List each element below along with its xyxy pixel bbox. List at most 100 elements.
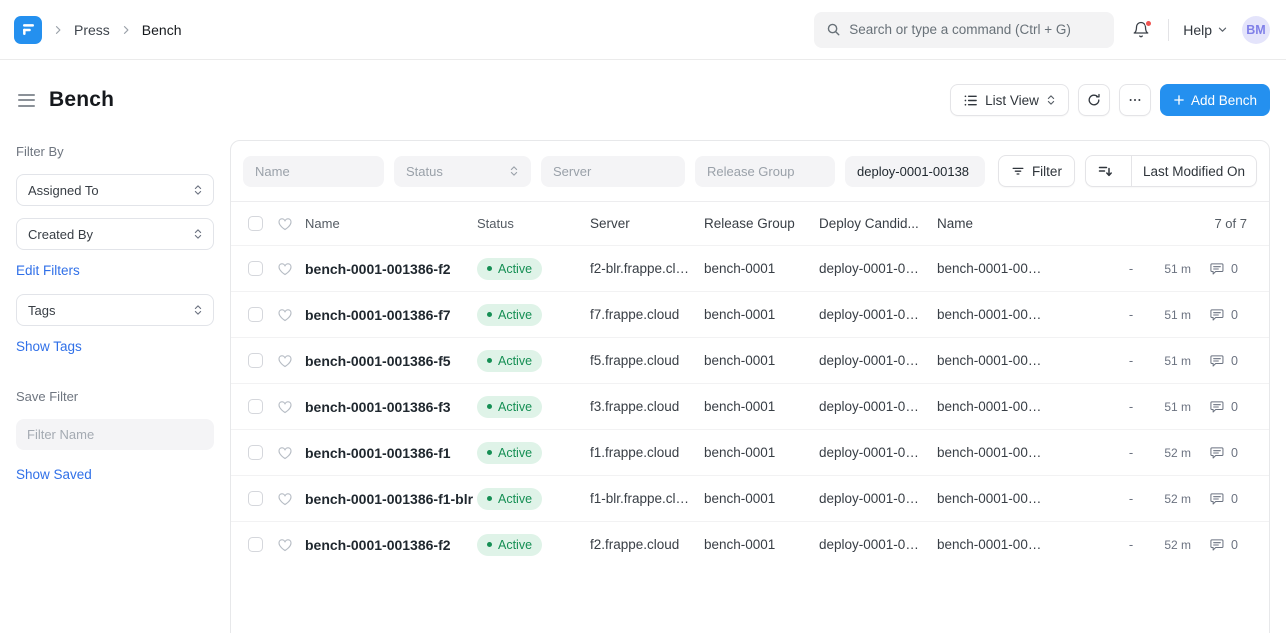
status-badge: Active [477, 304, 542, 326]
refresh-button[interactable] [1078, 84, 1110, 116]
filter-name-input[interactable] [16, 419, 214, 450]
column-header-status[interactable]: Status [477, 216, 590, 231]
modified-time-cell: 51 m [1149, 354, 1191, 368]
bench-name-link[interactable]: bench-0001-001386-f2 [305, 261, 477, 277]
show-tags-link[interactable]: Show Tags [16, 339, 82, 354]
more-options-button[interactable] [1119, 84, 1151, 116]
view-selector-button[interactable]: List View [950, 84, 1069, 116]
comments-cell[interactable]: 0 [1209, 307, 1249, 323]
favorite-heart-icon[interactable] [277, 353, 294, 369]
assigned-to-select[interactable]: Assigned To [16, 174, 214, 206]
column-header-name[interactable]: Name [305, 216, 477, 231]
comments-cell[interactable]: 0 [1209, 261, 1249, 277]
column-header-deploy-candidate[interactable]: Deploy Candid... [819, 216, 937, 231]
release-group-filter-input[interactable]: Release Group [695, 156, 835, 187]
column-header-server[interactable]: Server [590, 216, 704, 231]
favorite-heart-icon[interactable] [277, 537, 294, 553]
row-checkbox[interactable] [248, 261, 263, 276]
filter-button[interactable]: Filter [998, 155, 1075, 187]
comments-cell[interactable]: 0 [1209, 537, 1249, 553]
name-filter-placeholder: Name [255, 164, 290, 179]
show-saved-link[interactable]: Show Saved [16, 467, 92, 482]
row-count: 7 of 7 [1161, 216, 1247, 231]
modified-time-cell: 52 m [1149, 538, 1191, 552]
breadcrumb-press[interactable]: Press [74, 22, 110, 38]
bench-id-cell: bench-0001-001386 [937, 491, 1049, 506]
comments-cell[interactable]: 0 [1209, 445, 1249, 461]
select-all-checkbox[interactable] [248, 216, 263, 231]
breadcrumb-bench[interactable]: Bench [142, 22, 182, 38]
table-row[interactable]: bench-0001-001386-f2 Active f2-blr.frapp… [231, 245, 1269, 291]
row-checkbox[interactable] [248, 399, 263, 414]
comments-cell[interactable]: 0 [1209, 491, 1249, 507]
bench-name-link[interactable]: bench-0001-001386-f1-blr [305, 491, 477, 507]
user-avatar[interactable]: BM [1242, 16, 1270, 44]
row-checkbox[interactable] [248, 491, 263, 506]
bench-name-link[interactable]: bench-0001-001386-f7 [305, 307, 477, 323]
release-group-cell: bench-0001 [704, 399, 819, 414]
notifications-button[interactable] [1128, 17, 1154, 43]
table-row[interactable]: bench-0001-001386-f1 Active f1.frappe.cl… [231, 429, 1269, 475]
modified-time-cell: 52 m [1149, 446, 1191, 460]
server-filter-input[interactable]: Server [541, 156, 685, 187]
comment-icon [1209, 399, 1225, 415]
favorite-heart-icon[interactable] [277, 261, 294, 277]
tag-cell: - [1121, 537, 1141, 552]
sort-field-label[interactable]: Last Modified On [1131, 156, 1256, 186]
sort-direction-toggle[interactable] [1086, 156, 1124, 186]
refresh-icon [1087, 93, 1101, 107]
modified-time-cell: 51 m [1149, 262, 1191, 276]
filter-by-label: Filter By [16, 144, 214, 159]
comments-cell[interactable]: 0 [1209, 353, 1249, 369]
favorite-heart-icon[interactable] [277, 399, 294, 415]
comments-cell[interactable]: 0 [1209, 399, 1249, 415]
favorite-heart-icon[interactable] [277, 491, 294, 507]
status-filter-select[interactable]: Status [394, 156, 531, 187]
deploy-candidate-filter-input[interactable]: deploy-0001-00138 [845, 156, 985, 187]
favorite-heart-icon[interactable] [277, 445, 294, 461]
frappe-logo[interactable] [14, 16, 42, 44]
name-filter-input[interactable]: Name [243, 156, 384, 187]
bench-name-link[interactable]: bench-0001-001386-f2 [305, 537, 477, 553]
command-search-input[interactable]: Search or type a command (Ctrl + G) [814, 12, 1114, 48]
bench-name-link[interactable]: bench-0001-001386-f1 [305, 445, 477, 461]
edit-filters-link[interactable]: Edit Filters [16, 263, 80, 278]
favorite-heart-icon[interactable] [277, 307, 294, 323]
table-row[interactable]: bench-0001-001386-f2 Active f2.frappe.cl… [231, 521, 1269, 567]
created-by-select[interactable]: Created By [16, 218, 214, 250]
status-label: Active [498, 354, 532, 368]
deploy-candidate-cell: deploy-0001-001386 [819, 537, 937, 552]
help-menu[interactable]: Help [1183, 22, 1228, 38]
server-cell: f1-blr.frappe.cloud [590, 491, 704, 506]
row-checkbox[interactable] [248, 307, 263, 322]
status-label: Active [498, 308, 532, 322]
row-checkbox[interactable] [248, 445, 263, 460]
server-cell: f2.frappe.cloud [590, 537, 704, 552]
tags-select[interactable]: Tags [16, 294, 214, 326]
status-dot-icon [487, 358, 492, 363]
add-bench-label: Add Bench [1191, 93, 1257, 108]
table-row[interactable]: bench-0001-001386-f3 Active f3.frappe.cl… [231, 383, 1269, 429]
add-bench-button[interactable]: Add Bench [1160, 84, 1270, 116]
table-row[interactable]: bench-0001-001386-f1-blr Active f1-blr.f… [231, 475, 1269, 521]
bench-name-link[interactable]: bench-0001-001386-f3 [305, 399, 477, 415]
sort-button[interactable]: Last Modified On [1085, 155, 1257, 187]
comment-count: 0 [1231, 492, 1238, 506]
column-header-name2[interactable]: Name [937, 216, 1049, 231]
bench-name-link[interactable]: bench-0001-001386-f5 [305, 353, 477, 369]
comment-icon [1209, 261, 1225, 277]
sidebar-toggle-button[interactable] [16, 90, 37, 111]
table-row[interactable]: bench-0001-001386-f7 Active f7.frappe.cl… [231, 291, 1269, 337]
plus-icon [1173, 94, 1185, 106]
bench-id-cell: bench-0001-001386 [937, 399, 1049, 414]
breadcrumb: Press Bench [14, 16, 182, 44]
release-group-cell: bench-0001 [704, 445, 819, 460]
row-checkbox[interactable] [248, 537, 263, 552]
filter-button-label: Filter [1032, 164, 1062, 179]
comment-icon [1209, 537, 1225, 553]
table-row[interactable]: bench-0001-001386-f5 Active f5.frappe.cl… [231, 337, 1269, 383]
help-label: Help [1183, 22, 1212, 38]
page-title: Bench [49, 88, 114, 112]
row-checkbox[interactable] [248, 353, 263, 368]
column-header-release-group[interactable]: Release Group [704, 216, 819, 231]
